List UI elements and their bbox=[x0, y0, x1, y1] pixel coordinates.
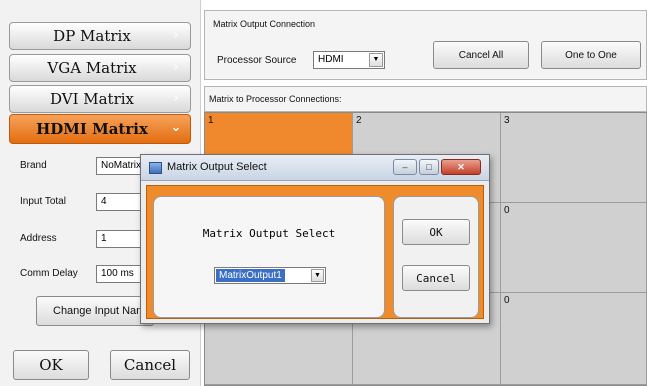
matrix-output-select[interactable]: MatrixOutput1 ▼ bbox=[214, 267, 326, 284]
menu-item-dvi-matrix[interactable]: DVI Matrix › bbox=[9, 85, 191, 113]
dialog-window-title: Matrix Output Select bbox=[167, 161, 267, 173]
processor-source-value: HDMI bbox=[318, 54, 344, 65]
menu-item-label: DVI Matrix bbox=[49, 90, 135, 108]
chevron-right-icon: › bbox=[173, 60, 179, 75]
cancel-button[interactable]: Cancel bbox=[110, 350, 190, 380]
maximize-icon[interactable]: □ bbox=[419, 159, 439, 175]
minimize-icon[interactable]: – bbox=[393, 159, 417, 175]
menu-item-vga-matrix[interactable]: VGA Matrix › bbox=[9, 54, 191, 82]
matrix-output-select-dialog: Matrix Output Select – □ ✕ Matrix Output… bbox=[140, 154, 490, 324]
dropdown-arrow-icon[interactable]: ▼ bbox=[311, 269, 324, 282]
chevron-down-icon: ⌄ bbox=[170, 120, 182, 135]
input-total-label: Input Total bbox=[20, 196, 66, 207]
chevron-right-icon: › bbox=[173, 91, 179, 106]
dialog-ok-button[interactable]: OK bbox=[402, 219, 470, 245]
menu-item-label: HDMI Matrix bbox=[36, 120, 148, 138]
processor-source-select[interactable]: HDMI ▼ bbox=[313, 51, 385, 69]
address-label: Address bbox=[20, 233, 57, 244]
dialog-cancel-button[interactable]: Cancel bbox=[402, 265, 470, 291]
cell-label: 1 bbox=[208, 115, 214, 126]
connections-header: Matrix to Processor Connections: bbox=[204, 86, 647, 112]
menu-item-hdmi-matrix[interactable]: HDMI Matrix ⌄ bbox=[9, 114, 191, 144]
connection-cell[interactable]: 0 bbox=[501, 203, 647, 293]
matrix-output-value: MatrixOutput1 bbox=[216, 269, 285, 282]
menu-item-dp-matrix[interactable]: DP Matrix › bbox=[9, 22, 191, 50]
cell-label: 0 bbox=[504, 205, 510, 216]
dialog-titlebar[interactable]: Matrix Output Select – □ ✕ bbox=[141, 155, 489, 181]
close-icon[interactable]: ✕ bbox=[441, 159, 481, 175]
one-to-one-button[interactable]: One to One bbox=[541, 41, 641, 69]
connections-title: Matrix to Processor Connections: bbox=[209, 94, 342, 104]
cell-label: 0 bbox=[504, 295, 510, 306]
cancel-all-button[interactable]: Cancel All bbox=[433, 41, 529, 69]
output-connection-title: Matrix Output Connection bbox=[213, 19, 316, 29]
connection-cell[interactable]: 3 bbox=[501, 113, 647, 203]
menu-item-label: DP Matrix bbox=[53, 27, 131, 45]
dialog-content-panel: Matrix Output Select MatrixOutput1 ▼ bbox=[153, 196, 385, 318]
cell-label: 2 bbox=[356, 115, 362, 126]
change-input-name-button[interactable]: Change Input Name bbox=[36, 296, 154, 326]
comm-delay-label: Comm Delay bbox=[20, 268, 78, 279]
output-connection-group: Matrix Output Connection Processor Sourc… bbox=[204, 10, 647, 80]
chevron-right-icon: › bbox=[173, 28, 179, 43]
dropdown-arrow-icon[interactable]: ▼ bbox=[369, 53, 383, 67]
dialog-body: Matrix Output Select MatrixOutput1 ▼ OK … bbox=[146, 185, 484, 319]
brand-label: Brand bbox=[20, 160, 47, 171]
connection-cell[interactable]: 0 bbox=[501, 293, 647, 385]
dialog-heading: Matrix Output Select bbox=[202, 227, 336, 240]
ok-button[interactable]: OK bbox=[13, 350, 89, 380]
processor-source-label: Processor Source bbox=[217, 55, 297, 66]
app-window-icon bbox=[149, 162, 162, 174]
dialog-button-panel: OK Cancel bbox=[393, 196, 479, 318]
cell-label: 3 bbox=[504, 115, 510, 126]
menu-item-label: VGA Matrix bbox=[47, 59, 137, 77]
